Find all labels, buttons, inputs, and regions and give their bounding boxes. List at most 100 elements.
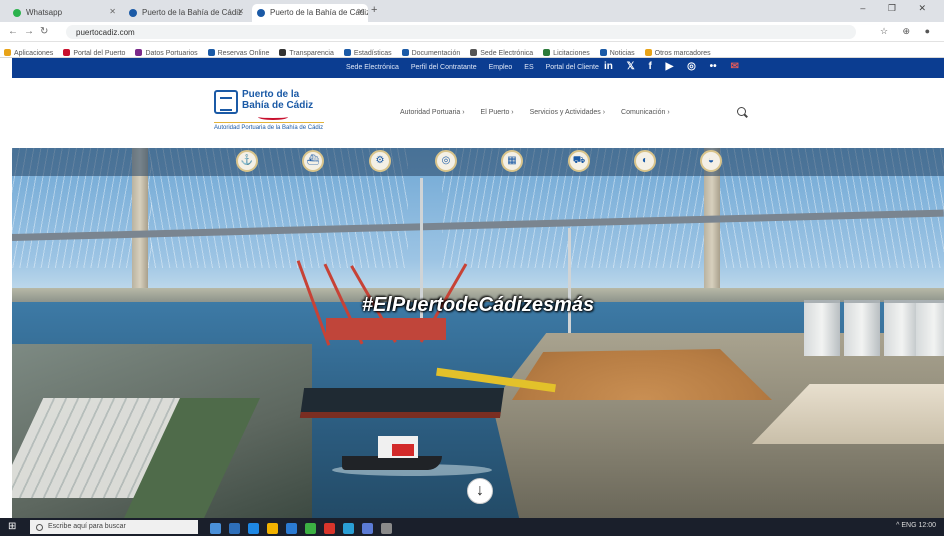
bookmark-item[interactable]: Estadísticas [343,49,392,57]
hero-banner: ⚓ ⛴ ⚙ ◎ ▦ ⛟ ◐ ◒ #ElPuertodeCádizesmás ↓ [12,148,944,518]
topbar-link[interactable]: Empleo [489,64,513,71]
tugboat-hull [342,456,442,470]
linkedin-icon[interactable]: in [604,61,613,72]
taskbar-search-placeholder: Escribe aquí para buscar [48,523,126,530]
bookmark-favicon-icon [401,49,409,56]
bookmark-label: Portal del Puerto [73,50,126,57]
twitter-icon[interactable]: 𝕏 [627,61,635,72]
cargo-ship-deck [326,318,446,340]
windows-start-icon[interactable]: ⊞ [8,521,20,533]
taskbar-app-icon[interactable] [210,523,221,534]
social-links: in 𝕏 f ▶ ◎ •• ✉ [604,61,750,72]
facebook-icon[interactable]: f [649,61,652,72]
whatsapp-icon [13,9,21,17]
bookmark-item[interactable]: Reservas Online [207,49,269,57]
nav-item-comunicacion[interactable]: Comunicación › [621,109,670,116]
bookmark-item[interactable]: Portal del Puerto [63,49,125,57]
instagram-icon[interactable]: ◎ [687,61,696,72]
quick-access-gear-icon[interactable]: ⚙ [369,150,391,172]
flickr-icon[interactable]: •• [710,61,717,72]
topbar-link[interactable]: Sede Electrónica [346,64,399,71]
bookmark-label: Licitaciones [553,50,590,57]
bookmark-label: Otros marcadores [654,50,711,57]
reload-icon[interactable]: ↻ [40,26,48,37]
taskbar-app-icon[interactable] [381,523,392,534]
tab-title: Puerto de la Bahía de Cádiz [270,8,368,17]
quick-access-target-icon[interactable]: ◎ [435,150,457,172]
bookmark-item[interactable]: Otros marcadores [644,49,711,57]
tugboat-stack [392,444,414,456]
tab-title: Whatsapp [26,8,63,17]
logo-wave-icon [258,114,288,120]
taskbar-app-icon[interactable] [286,523,297,534]
language-link[interactable]: ES [524,64,533,71]
site-logo[interactable]: Puerto de la Bahía de Cádiz Autoridad Po… [214,88,344,138]
topbar-link[interactable]: Perfil del Contratante [411,64,477,71]
window-controls[interactable]: – ❐ ✕ [860,3,936,14]
close-icon[interactable]: ✕ [237,7,244,16]
bookmark-item[interactable]: Datos Portuarios [135,49,198,57]
bookmark-favicon-icon [644,49,652,56]
new-tab-button[interactable]: + [371,4,377,16]
bookmark-item[interactable]: Licitaciones [543,49,590,57]
hero-hashtag: #ElPuertodeCádizesmás [361,294,595,316]
taskbar-app-icon[interactable] [229,523,240,534]
bookmark-favicon-icon [207,49,215,56]
quick-access-ship-icon[interactable]: ◒ [700,150,722,172]
taskbar-app-icon[interactable] [267,523,278,534]
bookmark-item[interactable]: Sede Electrónica [470,49,533,57]
topbar-link[interactable]: Portal del Cliente [546,64,599,71]
main-nav: Autoridad Portuaria › El Puerto › Servic… [400,109,684,116]
browser-tab-puerto-active[interactable]: Puerto de la Bahía de Cádiz ✕ [252,4,368,22]
topbar-links: Sede Electrónica Perfil del Contratante … [346,64,609,71]
scroll-down-arrow-icon[interactable]: ↓ [467,478,493,504]
close-icon[interactable]: ✕ [357,7,364,16]
quick-access-truck-icon[interactable]: ⛟ [568,150,590,172]
url-input[interactable]: puertocadiz.com [66,25,856,39]
bookmarks-bar: Aplicaciones Portal del Puerto Datos Portu… [0,42,944,58]
system-tray[interactable]: ^ ENG 12:00 [896,522,936,529]
logo-divider [214,122,324,123]
nav-item-servicios[interactable]: Servicios y Actividades › [530,109,605,116]
bookmark-favicon-icon [470,49,478,56]
browser-extension-icons[interactable]: ☆ ⊕ ● [880,26,936,37]
back-arrow-icon[interactable]: ← [8,26,18,37]
search-icon[interactable] [737,107,746,116]
taskbar-app-icon[interactable] [248,523,259,534]
bookmark-label: Datos Portuarios [145,50,198,57]
nav-item-puerto[interactable]: El Puerto › [481,109,514,116]
bookmark-label: Aplicaciones [14,50,54,57]
quick-access-ferry-icon[interactable]: ⛴ [302,150,324,172]
browser-tab-whatsapp[interactable]: Whatsapp ✕ [8,4,120,22]
logo-emblem-icon [214,90,238,114]
bookmark-label: Documentación [411,50,461,57]
cargo-ship-hull [299,388,505,418]
bookmark-item[interactable]: Aplicaciones [4,49,53,57]
close-icon[interactable]: ✕ [109,7,116,16]
bookmark-favicon-icon [599,49,607,56]
browser-tab-puerto-1[interactable]: Puerto de la Bahía de Cádiz ✕ [124,4,248,22]
bookmark-item[interactable]: Transparencia [279,49,334,57]
bookmark-item[interactable]: Noticias [599,49,635,57]
bookmark-label: Estadísticas [353,50,392,57]
url-text: puertocadiz.com [76,28,135,37]
bookmark-label: Noticias [609,50,635,57]
bookmark-item[interactable]: Documentación [401,49,461,57]
mail-icon[interactable]: ✉ [730,61,738,72]
bookmark-favicon-icon [279,49,287,56]
quick-access-half-circle-icon[interactable]: ◐ [634,150,656,172]
logo-tagline: Autoridad Portuaria de la Bahía de Cádiz [214,125,324,131]
quick-access-grid-icon[interactable]: ▦ [501,150,523,172]
nav-item-autoridad[interactable]: Autoridad Portuaria › [400,109,465,116]
taskbar-app-icon[interactable] [343,523,354,534]
quick-access-anchor-icon[interactable]: ⚓ [236,150,258,172]
bookmark-favicon-icon [543,49,551,56]
taskbar-app-icon[interactable] [305,523,316,534]
taskbar-app-icon[interactable] [362,523,373,534]
forward-arrow-icon[interactable]: → [24,26,34,37]
youtube-icon[interactable]: ▶ [666,61,674,72]
site-topbar: Sede Electrónica Perfil del Contratante … [12,58,944,78]
taskbar-app-icon[interactable] [324,523,335,534]
taskbar-search-input[interactable]: Escribe aquí para buscar [30,520,198,534]
site-header: Puerto de la Bahía de Cádiz Autoridad Po… [12,78,944,148]
